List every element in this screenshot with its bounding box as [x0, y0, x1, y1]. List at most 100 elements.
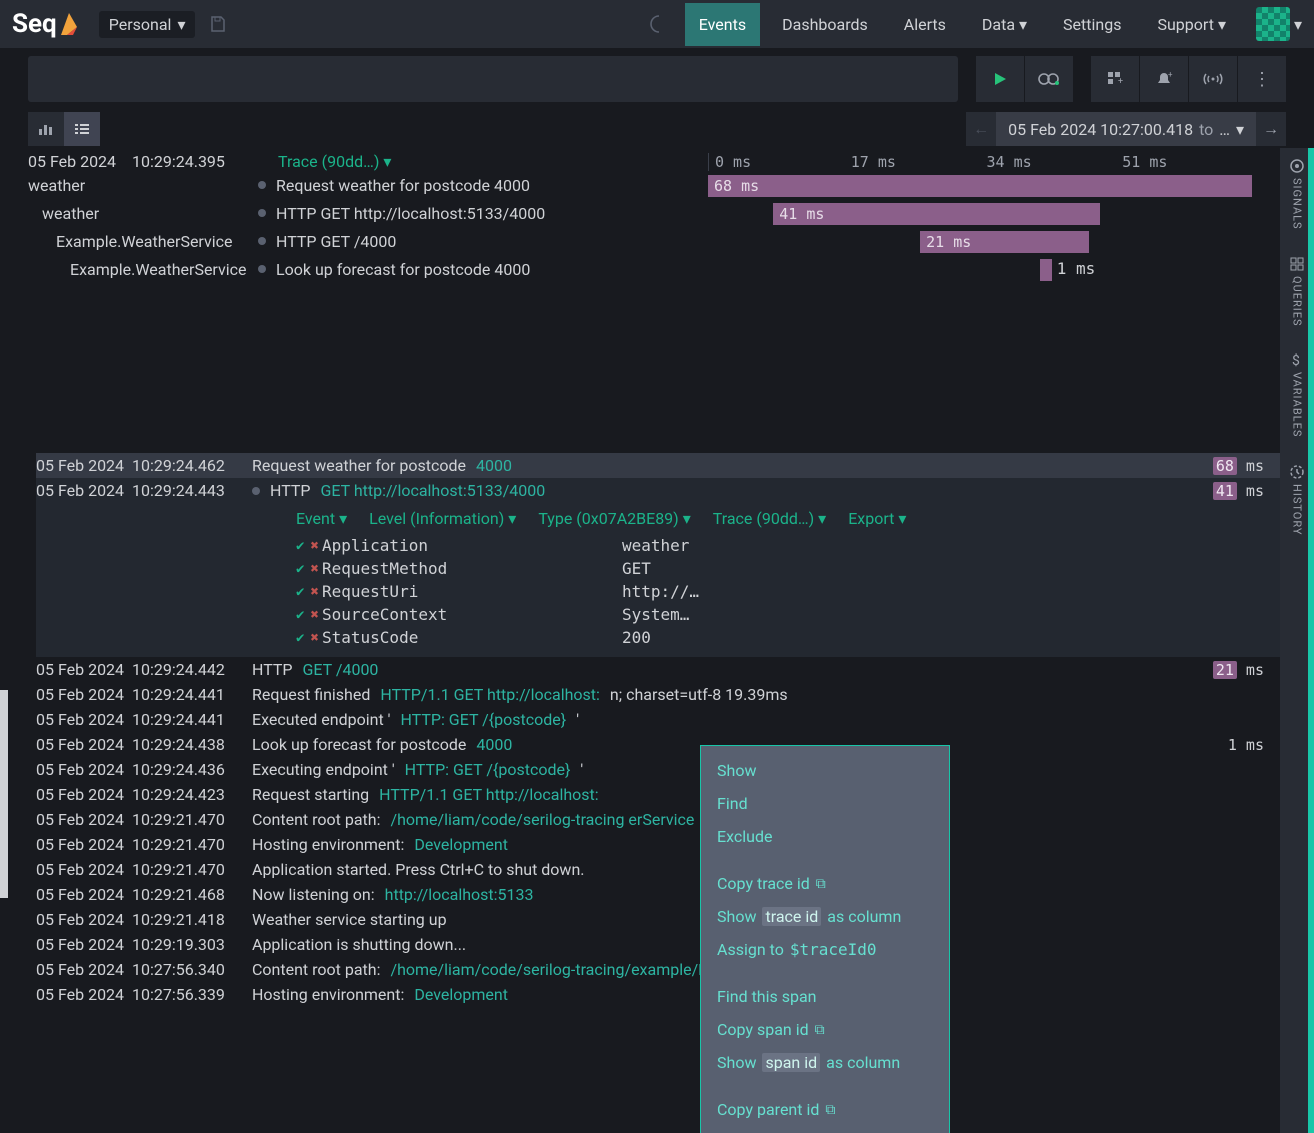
event-time: 10:29:21.468 [132, 885, 252, 904]
span-bar[interactable]: 41 ms [773, 203, 1099, 225]
span-bar[interactable]: 21 ms [920, 231, 1089, 253]
nav-events[interactable]: Events [685, 3, 760, 46]
stream-button[interactable] [1189, 56, 1237, 102]
query-input[interactable] [28, 56, 958, 102]
dd-show[interactable]: Show [701, 754, 949, 787]
chevron-down-icon: ▾ [683, 509, 691, 528]
save-icon[interactable] [209, 15, 227, 33]
active-event-gutter [0, 690, 8, 898]
sidebar-queries[interactable]: QUERIES [1289, 256, 1305, 327]
event-row[interactable]: 05 Feb 202410:29:19.303Application is sh… [36, 932, 1280, 957]
include-icon[interactable]: ✔ [296, 584, 304, 600]
trace-link[interactable]: Trace (90dd…) ▾ [278, 152, 708, 171]
event-row[interactable]: 05 Feb 202410:29:24.441Request finished … [36, 682, 1280, 707]
svg-text:$: $ [1292, 352, 1300, 368]
event-row[interactable]: 05 Feb 202410:29:24.462Request weather f… [36, 453, 1280, 478]
include-icon[interactable]: ✔ [296, 561, 304, 577]
event-row[interactable]: 05 Feb 202410:29:21.470Content root path… [36, 807, 1280, 832]
span-bar[interactable] [1040, 259, 1052, 281]
list-view-button[interactable] [64, 112, 100, 146]
include-icon[interactable]: ✔ [296, 630, 304, 646]
bullet-icon [258, 237, 266, 245]
type-filter[interactable]: Type (0x07A2BE89) ▾ [538, 509, 690, 528]
exclude-icon[interactable]: ✖ [310, 630, 318, 646]
sidebar-history[interactable]: HISTORY [1289, 464, 1305, 535]
event-row[interactable]: 05 Feb 202410:29:24.442HTTP GET /400021 … [36, 657, 1280, 682]
event-message: Request finished HTTP/1.1 GET http://loc… [252, 685, 1184, 704]
time-next-button[interactable]: → [1256, 112, 1286, 146]
event-time: 10:29:24.462 [132, 456, 252, 475]
tick: 0 ms [709, 153, 845, 171]
sidebar-signals[interactable]: SIGNALS [1289, 158, 1305, 230]
event-duration: 21 ms [1184, 661, 1264, 679]
nav-dashboards[interactable]: Dashboards [768, 3, 882, 46]
nav-support[interactable]: Support▾ [1143, 3, 1240, 46]
workspace-name: Personal [109, 15, 172, 34]
dd-copy-span[interactable]: Copy span id⧉ [701, 1013, 949, 1046]
event-row[interactable]: 05 Feb 202410:29:21.468Now listening on:… [36, 882, 1280, 907]
event-row[interactable]: 05 Feb 202410:29:21.470Hosting environme… [36, 832, 1280, 857]
event-time: 10:29:21.470 [132, 860, 252, 879]
event-row[interactable]: 05 Feb 202410:29:24.438Look up forecast … [36, 732, 1280, 757]
export-menu[interactable]: Export ▾ [848, 509, 906, 528]
include-icon[interactable]: ✔ [296, 538, 304, 554]
trace-filter[interactable]: Trace (90dd…) ▾ [713, 509, 826, 528]
exclude-icon[interactable]: ✖ [310, 538, 318, 554]
event-time: 10:29:24.423 [132, 785, 252, 804]
event-row[interactable]: 05 Feb 202410:27:56.340Content root path… [36, 957, 1280, 982]
event-filter[interactable]: Event ▾ [296, 509, 347, 528]
span-row[interactable]: Example.WeatherServiceHTTP GET /400021 m… [0, 227, 1280, 255]
exclude-icon[interactable]: ✖ [310, 561, 318, 577]
time-prev-button[interactable]: ← [966, 112, 996, 146]
workspace-picker[interactable]: Personal ▾ [99, 11, 196, 38]
event-row[interactable]: 05 Feb 202410:29:21.418Weather service s… [36, 907, 1280, 932]
trace-time: 10:29:24.395 [132, 152, 225, 171]
include-icon[interactable]: ✔ [296, 607, 304, 623]
exclude-icon[interactable]: ✖ [310, 607, 318, 623]
span-row[interactable]: Example.WeatherServiceLook up forecast f… [0, 255, 1280, 283]
event-row[interactable]: 05 Feb 202410:29:21.470Application start… [36, 857, 1280, 882]
run-button[interactable] [976, 56, 1024, 102]
add-alert-button[interactable]: + [1140, 56, 1188, 102]
user-menu[interactable]: ▾ [1256, 7, 1302, 41]
dd-show-trace-col[interactable]: Show trace id as column [701, 900, 949, 933]
dd-show-parent-col[interactable]: Show parent id as column [701, 1126, 949, 1133]
span-row[interactable]: weatherHTTP GET http://localhost:5133/40… [0, 199, 1280, 227]
event-duration: 1 ms [1184, 736, 1264, 754]
event-row[interactable]: 05 Feb 202410:29:24.441Executed endpoint… [36, 707, 1280, 732]
tail-button[interactable] [1025, 56, 1073, 102]
add-signal-button[interactable]: + [1091, 56, 1139, 102]
copy-icon: ⧉ [825, 1102, 835, 1118]
event-time: 10:29:21.470 [132, 810, 252, 829]
svg-text:+: + [1168, 70, 1173, 79]
prop-value: System… [622, 605, 1252, 624]
time-range-picker[interactable]: 05 Feb 2024 10:27:00.418 to … ▾ [996, 112, 1256, 146]
exclude-icon[interactable]: ✖ [310, 584, 318, 600]
more-button[interactable]: ⋮ [1238, 56, 1286, 102]
sidebar-variables[interactable]: $ VARIABLES [1289, 352, 1305, 437]
dd-exclude[interactable]: Exclude [701, 820, 949, 853]
span-bar[interactable]: 68 ms [708, 175, 1252, 197]
level-filter[interactable]: Level (Information) ▾ [369, 509, 516, 528]
dd-find[interactable]: Find [701, 787, 949, 820]
nav-alerts[interactable]: Alerts [890, 3, 960, 46]
span-row[interactable]: weatherRequest weather for postcode 4000… [0, 171, 1280, 199]
event-row[interactable]: 05 Feb 202410:29:24.436Executing endpoin… [36, 757, 1280, 782]
nav-data[interactable]: Data▾ [968, 3, 1041, 46]
event-row[interactable]: 05 Feb 202410:29:24.443HTTP GET http://l… [36, 478, 1280, 503]
event-time: 10:27:56.340 [132, 960, 252, 979]
theme-toggle-icon[interactable] [649, 14, 669, 34]
nav-settings[interactable]: Settings [1049, 3, 1135, 46]
right-sidebar: SIGNALS QUERIES $ VARIABLES HISTORY [1280, 148, 1314, 1133]
dd-show-span-col[interactable]: Show span id as column [701, 1046, 949, 1079]
event-row[interactable]: 05 Feb 202410:29:24.423Request starting … [36, 782, 1280, 807]
event-date: 05 Feb 2024 [36, 660, 132, 679]
event-row[interactable]: 05 Feb 202410:27:56.339Hosting environme… [36, 982, 1280, 1007]
dd-copy-trace[interactable]: Copy trace id⧉ [701, 867, 949, 900]
chart-view-button[interactable] [28, 112, 64, 146]
event-time: 10:29:24.441 [132, 685, 252, 704]
dd-copy-parent[interactable]: Copy parent id⧉ [701, 1093, 949, 1126]
dd-find-span[interactable]: Find this span [701, 980, 949, 1013]
dd-assign[interactable]: Assign to $traceId0 [701, 933, 949, 966]
event-time: 10:29:21.470 [132, 835, 252, 854]
